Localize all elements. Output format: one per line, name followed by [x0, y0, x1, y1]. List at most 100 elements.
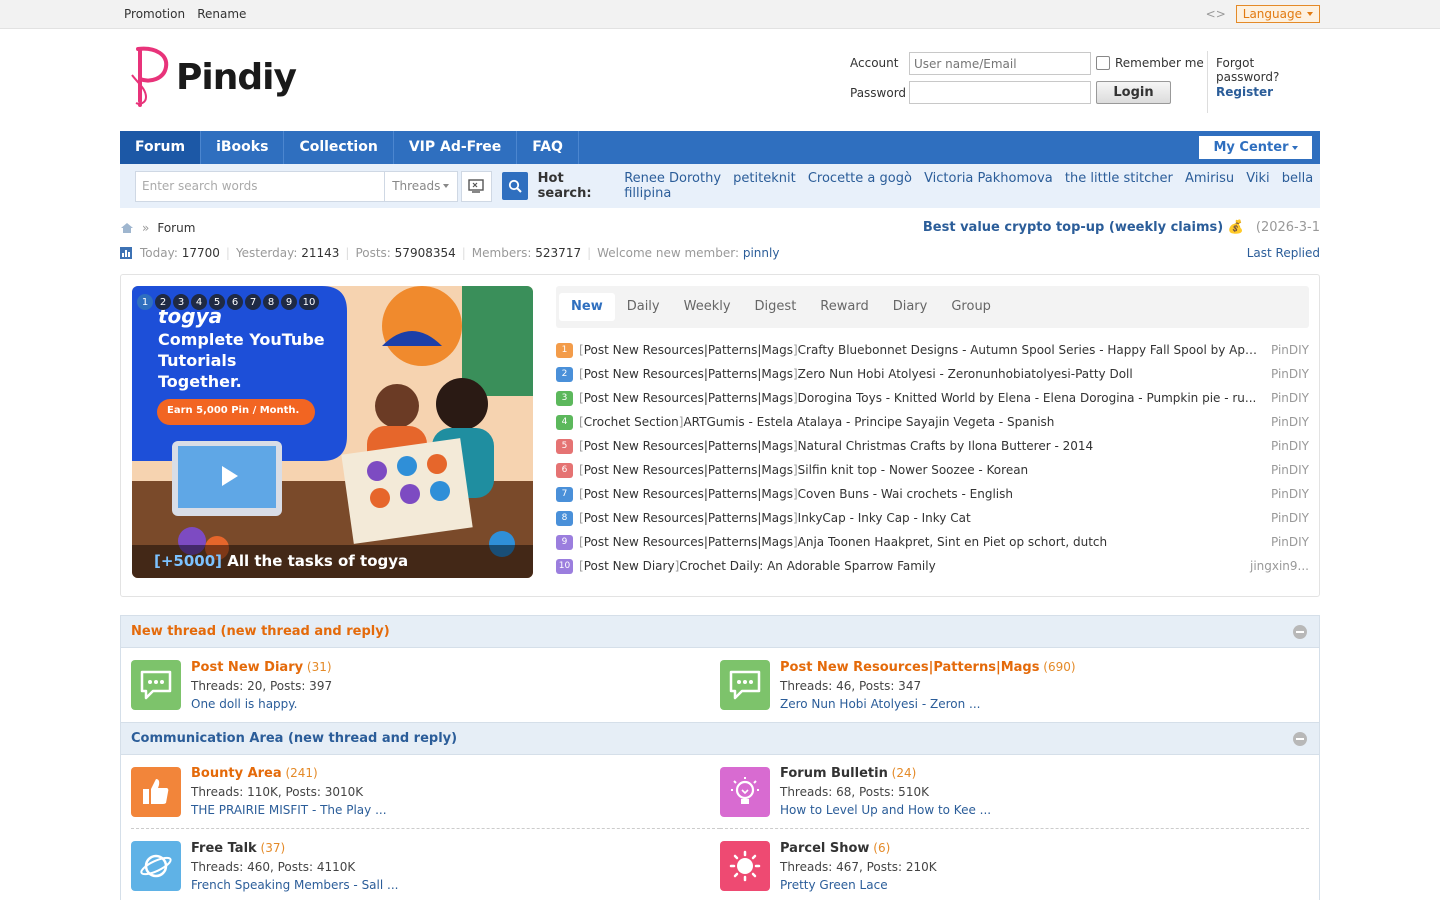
slide-dot[interactable]: 9 — [281, 294, 297, 310]
thread-title[interactable]: [Post New Resources|Patterns|Mags]Anja T… — [579, 535, 1259, 549]
thread-title-text[interactable]: Natural Christmas Crafts by Ilona Butter… — [798, 439, 1093, 453]
thread-category[interactable]: Post New Diary — [584, 559, 675, 573]
tab-weekly[interactable]: Weekly — [672, 293, 743, 321]
thread-category[interactable]: Post New Resources|Patterns|Mags — [584, 343, 793, 357]
forum-last-post[interactable]: One doll is happy. — [191, 695, 332, 713]
banner-caption[interactable]: [+5000] All the tasks of togya — [132, 545, 533, 578]
hot-search-item[interactable]: Viki — [1246, 171, 1269, 186]
thread-title-text[interactable]: Anja Toonen Haakpret, Sint en Piet op sc… — [798, 535, 1107, 549]
promotion-link[interactable]: Promotion — [124, 7, 185, 21]
password-input[interactable] — [909, 81, 1091, 104]
thread-title-text[interactable]: Zero Nun Hobi Atolyesi - Zeronunhobiatol… — [798, 367, 1133, 381]
hot-search-item[interactable]: Crocette a gogò — [808, 171, 912, 186]
nav-faq[interactable]: FAQ — [517, 131, 579, 164]
planet-icon[interactable] — [131, 841, 181, 891]
tab-diary[interactable]: Diary — [881, 293, 940, 321]
new-member-link[interactable]: pinnly — [743, 246, 780, 260]
thread-title-text[interactable]: Crochet Daily: An Adorable Sparrow Famil… — [679, 559, 935, 573]
last-replied-link[interactable]: Last Replied — [1247, 246, 1320, 260]
forum-name[interactable]: Free Talk — [191, 841, 257, 856]
slide-dot[interactable]: 2 — [155, 294, 171, 310]
thread-title[interactable]: [Post New Resources|Patterns|Mags]Coven … — [579, 487, 1259, 501]
thread-category[interactable]: Crochet Section — [584, 415, 679, 429]
forum-name[interactable]: Post New Resources|Patterns|Mags — [780, 660, 1039, 675]
thread-row[interactable]: 8 [Post New Resources|Patterns|Mags]InkyC… — [556, 506, 1309, 530]
thread-row[interactable]: 2 [Post New Resources|Patterns|Mags]Zero … — [556, 362, 1309, 386]
forum-last-post[interactable]: How to Level Up and How to Kee ... — [780, 801, 991, 819]
code-icon[interactable]: <> — [1206, 7, 1226, 21]
thread-title[interactable]: [Post New Resources|Patterns|Mags]InkyCa… — [579, 511, 1259, 525]
forgot-password-link[interactable]: Forgot password? — [1216, 56, 1320, 84]
forum-name[interactable]: Parcel Show — [780, 841, 869, 856]
lightbulb-icon[interactable] — [720, 766, 770, 817]
slide-dot[interactable]: 8 — [263, 294, 279, 310]
thread-title[interactable]: [Post New Diary]Crochet Daily: An Adorab… — [579, 559, 1259, 573]
thread-row[interactable]: 1 [Post New Resources|Patterns|Mags]Craft… — [556, 338, 1309, 362]
section-title[interactable]: Communication Area (new thread and reply… — [131, 731, 457, 746]
thread-title[interactable]: [Post New Resources|Patterns|Mags]Silfin… — [579, 463, 1259, 477]
thread-title-text[interactable]: Crafty Bluebonnet Designs - Autumn Spool… — [798, 343, 1259, 357]
nav-forum[interactable]: Forum — [120, 131, 202, 164]
hot-search-item[interactable]: Renee Dorothy — [624, 171, 721, 186]
search-type-select[interactable]: Threads — [383, 171, 457, 201]
thread-author[interactable]: PinDIY — [1249, 511, 1309, 525]
account-input[interactable] — [909, 52, 1091, 75]
thread-title-text[interactable]: ARTGumis - Estela Atalaya - Principe Say… — [683, 415, 1054, 429]
thread-row[interactable]: 4 [Crochet Section]ARTGumis - Estela Atal… — [556, 410, 1309, 434]
thread-author[interactable]: PinDIY — [1249, 367, 1309, 381]
forum-last-post[interactable]: Pretty Green Lace — [780, 876, 937, 894]
thread-author[interactable]: PinDIY — [1249, 535, 1309, 549]
thread-category[interactable]: Post New Resources|Patterns|Mags — [584, 487, 793, 501]
search-input[interactable]: Enter search words — [136, 179, 384, 193]
thread-author[interactable]: PinDIY — [1249, 463, 1309, 477]
thread-title[interactable]: [Post New Resources|Patterns|Mags]Crafty… — [579, 343, 1259, 357]
hot-search-item[interactable]: petiteknit — [733, 171, 796, 186]
thread-title[interactable]: [Post New Resources|Patterns|Mags]Dorogi… — [579, 391, 1259, 405]
forum-name[interactable]: Forum Bulletin — [780, 766, 888, 781]
login-button[interactable]: Login — [1096, 81, 1171, 104]
slide-dot[interactable]: 10 — [299, 294, 319, 310]
nav-vip-ad-free[interactable]: VIP Ad-Free — [394, 131, 518, 164]
thread-title[interactable]: [Post New Resources|Patterns|Mags]Zero N… — [579, 367, 1259, 381]
thread-title-text[interactable]: Silfin knit top - Nower Soozee - Korean — [798, 463, 1029, 477]
thread-category[interactable]: Post New Resources|Patterns|Mags — [584, 391, 793, 405]
thread-author[interactable]: jingxin9... — [1249, 559, 1309, 573]
remember-label[interactable]: Remember me — [1115, 56, 1204, 70]
thread-category[interactable]: Post New Resources|Patterns|Mags — [584, 463, 793, 477]
forum-name[interactable]: Bounty Area — [191, 766, 282, 781]
hot-search-item[interactable]: Victoria Pakhomova — [924, 171, 1053, 186]
thread-row[interactable]: 5 [Post New Resources|Patterns|Mags]Natur… — [556, 434, 1309, 458]
thread-author[interactable]: PinDIY — [1249, 439, 1309, 453]
thumbs-up-icon[interactable] — [131, 766, 181, 817]
collapse-icon[interactable] — [1293, 732, 1307, 746]
search-button[interactable] — [501, 172, 528, 200]
banner-cta[interactable]: Earn 5,000 Pin / Month. — [167, 405, 299, 416]
chat-icon[interactable] — [720, 660, 770, 710]
thread-category[interactable]: Post New Resources|Patterns|Mags — [584, 511, 793, 525]
slide-dot[interactable]: 6 — [227, 294, 243, 310]
breadcrumb-current[interactable]: Forum — [157, 221, 195, 235]
promo-banner[interactable]: 1 2 3 4 5 6 7 8 9 10 togya Complete YouT… — [132, 286, 533, 578]
thread-title-text[interactable]: Dorogina Toys - Knitted World by Elena -… — [798, 391, 1257, 405]
forum-last-post[interactable]: French Speaking Members - Sall ... — [191, 876, 398, 894]
thread-row[interactable]: 7 [Post New Resources|Patterns|Mags]Coven… — [556, 482, 1309, 506]
slide-dot[interactable]: 1 — [137, 294, 153, 310]
search-options-button[interactable] — [460, 170, 492, 202]
thread-author[interactable]: PinDIY — [1249, 487, 1309, 501]
thread-row[interactable]: 10 [Post New Diary]Crochet Daily: An Ador… — [556, 554, 1309, 578]
collapse-icon[interactable] — [1293, 625, 1307, 639]
thread-author[interactable]: PinDIY — [1249, 343, 1309, 357]
thread-category[interactable]: Post New Resources|Patterns|Mags — [584, 439, 793, 453]
tab-reward[interactable]: Reward — [808, 293, 880, 321]
thread-row[interactable]: 3 [Post New Resources|Patterns|Mags]Dorog… — [556, 386, 1309, 410]
forum-last-post[interactable]: THE PRAIRIE MISFIT - The Play ... — [191, 801, 387, 819]
promo-announcement[interactable]: Best value crypto top-up (weekly claims)… — [923, 220, 1320, 235]
thread-title-text[interactable]: Coven Buns - Wai crochets - English — [798, 487, 1013, 501]
thread-title-text[interactable]: InkyCap - Inky Cap - Inky Cat — [798, 511, 971, 525]
forum-last-post[interactable]: Zero Nun Hobi Atolyesi - Zeron ... — [780, 695, 1076, 713]
sun-icon[interactable] — [720, 841, 770, 891]
thread-row[interactable]: 6 [Post New Resources|Patterns|Mags]Silfi… — [556, 458, 1309, 482]
thread-author[interactable]: PinDIY — [1249, 391, 1309, 405]
nav-collection[interactable]: Collection — [284, 131, 394, 164]
tab-digest[interactable]: Digest — [743, 293, 809, 321]
